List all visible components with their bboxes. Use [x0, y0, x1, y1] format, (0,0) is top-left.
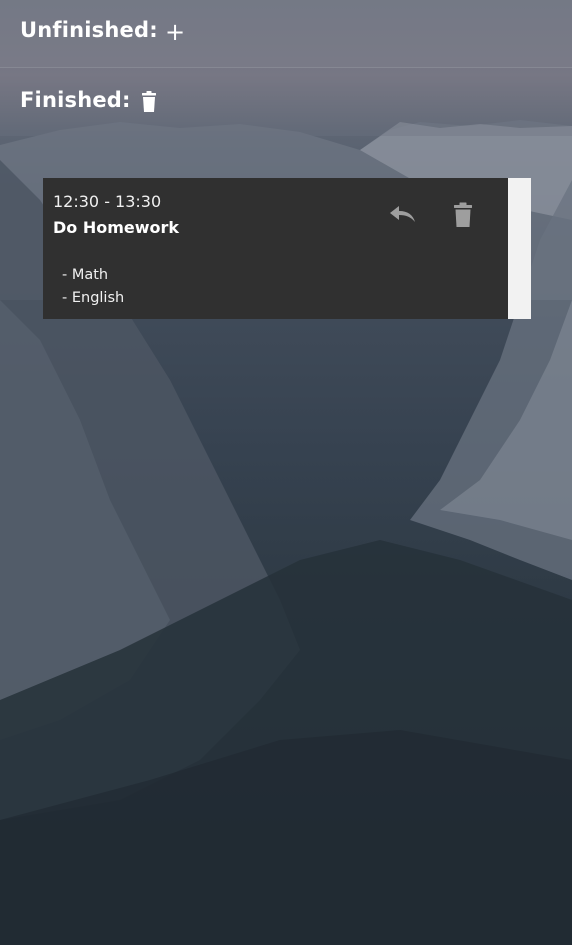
- finished-section-header: Finished:: [0, 68, 572, 136]
- task-card[interactable]: 12:30 - 13:30 Do Homework - Math - Engli…: [43, 178, 531, 319]
- undo-icon[interactable]: [388, 202, 418, 226]
- trash-icon[interactable]: [140, 91, 158, 113]
- task-note-item: - English: [62, 290, 125, 306]
- finished-title: Finished:: [20, 88, 131, 112]
- task-notes: - Math - English: [62, 264, 124, 310]
- mountain-background: [0, 0, 572, 945]
- plus-icon[interactable]: +: [165, 18, 185, 46]
- unfinished-section-header: Unfinished: +: [0, 0, 572, 68]
- task-card-stripe: [508, 178, 531, 319]
- task-title: Do Homework: [53, 218, 180, 237]
- trash-icon[interactable]: [453, 202, 473, 228]
- task-note-item: - Math: [62, 267, 109, 283]
- task-time: 12:30 - 13:30: [53, 192, 162, 211]
- unfinished-title: Unfinished:: [20, 18, 158, 42]
